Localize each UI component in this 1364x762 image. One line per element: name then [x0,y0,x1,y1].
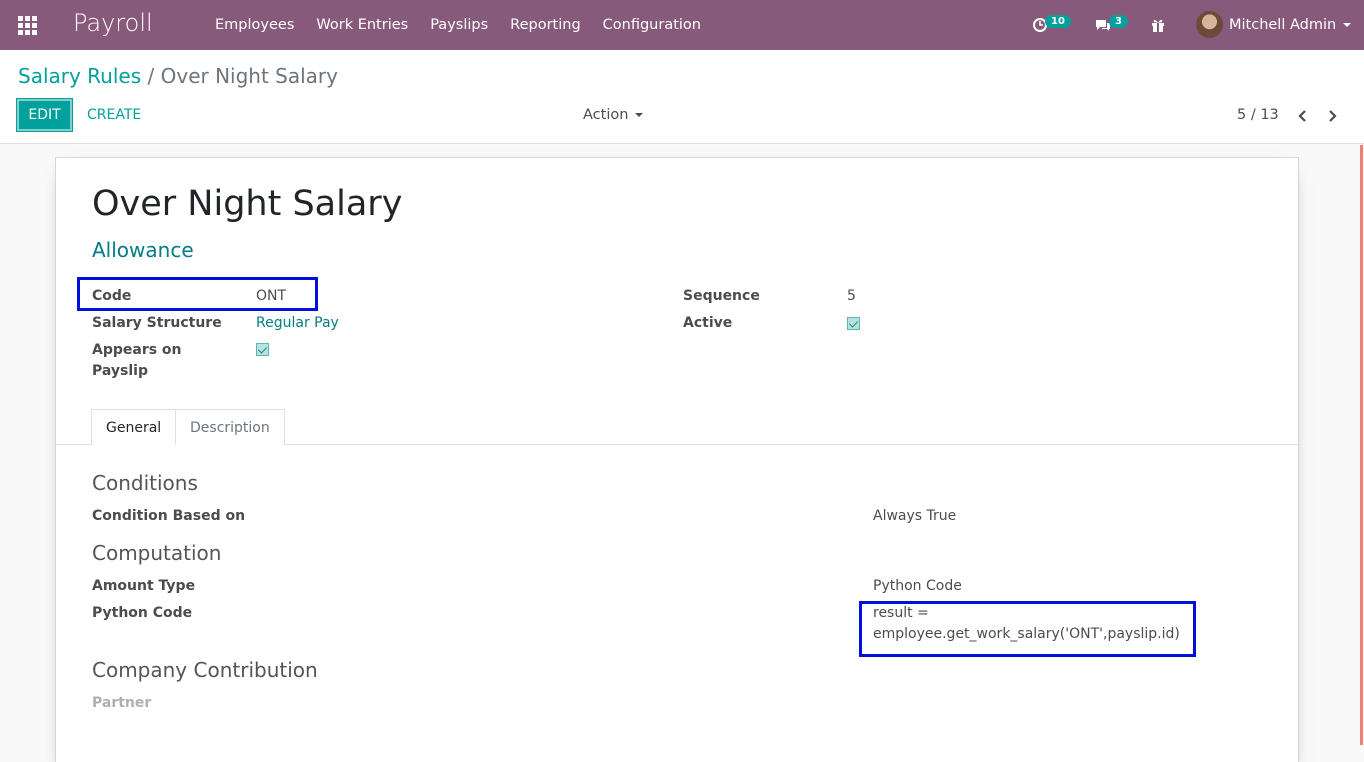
active-label: Active [683,315,733,331]
top-navbar: Payroll Employees Work Entries Payslips … [0,0,1364,50]
gift-button[interactable] [1150,0,1166,50]
record-title: Over Night Salary [92,184,403,224]
computation-heading: Computation [92,541,222,565]
edit-button[interactable]: EDIT [16,98,73,132]
code-highlight-box [77,277,318,311]
message-count-badge: 3 [1109,14,1128,28]
python-code-highlight-box [859,601,1196,657]
sequence-value: 5 [847,288,856,304]
chevron-down-icon [635,113,644,117]
partner-label: Partner [92,695,152,711]
conditions-heading: Conditions [92,471,198,495]
menu-configuration[interactable]: Configuration [592,0,712,50]
python-code-label: Python Code [92,605,193,621]
main-menu: Employees Work Entries Payslips Reportin… [204,0,712,50]
user-menu[interactable]: Mitchell Admin [1196,11,1352,38]
create-button[interactable]: CREATE [87,107,141,123]
menu-employees[interactable]: Employees [204,0,305,50]
tab-description[interactable]: Description [175,409,285,445]
control-panel: Salary Rules / Over Night Salary EDIT CR… [0,50,1364,144]
chevron-left-icon [1298,110,1306,122]
action-label: Action [583,107,629,123]
appears-on-payslip-label-line1: Appears on [92,342,182,358]
amount-type-value: Python Code [873,578,962,594]
sequence-label: Sequence [683,288,760,304]
pager-previous-button[interactable] [1297,108,1309,127]
chevron-right-icon [1329,110,1337,122]
pager-next-button[interactable] [1326,108,1338,127]
condition-based-on-value: Always True [873,508,957,524]
rule-category-link[interactable]: Allowance [92,238,194,262]
appears-on-payslip-label-line2: Payslip [92,363,148,379]
chevron-down-icon [1343,22,1352,27]
action-dropdown[interactable]: Action [583,107,644,123]
messages-button[interactable]: 3 [1094,0,1128,50]
avatar [1196,11,1223,38]
amount-type-label: Amount Type [92,578,196,594]
activity-button[interactable]: 10 [1032,0,1071,50]
breadcrumb-salary-rules[interactable]: Salary Rules [18,64,141,88]
activity-count-badge: 10 [1045,14,1071,28]
appears-on-payslip-checkbox[interactable] [256,343,269,356]
menu-work-entries[interactable]: Work Entries [305,0,419,50]
salary-structure-link[interactable]: Regular Pay [256,315,339,331]
breadcrumb-separator: / [147,64,155,88]
condition-based-on-label: Condition Based on [92,508,246,524]
notebook-tabs: General Description [56,409,1298,445]
breadcrumb: Salary Rules / Over Night Salary [18,64,338,88]
tab-general[interactable]: General [91,409,177,445]
app-name[interactable]: Payroll [73,9,153,37]
breadcrumb-current: Over Night Salary [160,64,338,88]
pager-value[interactable]: 5 / 13 [1237,107,1279,123]
salary-structure-label: Salary Structure [92,315,222,331]
menu-reporting[interactable]: Reporting [499,0,592,50]
form-sheet: Over Night Salary Allowance Code ONT Sal… [55,157,1299,762]
user-name: Mitchell Admin [1229,16,1337,33]
menu-payslips[interactable]: Payslips [419,0,499,50]
company-contribution-heading: Company Contribution [92,658,318,682]
gift-icon [1152,19,1164,32]
active-checkbox[interactable] [847,317,860,330]
apps-menu-icon[interactable] [18,16,37,35]
scrollbar-indicator [1360,145,1363,745]
